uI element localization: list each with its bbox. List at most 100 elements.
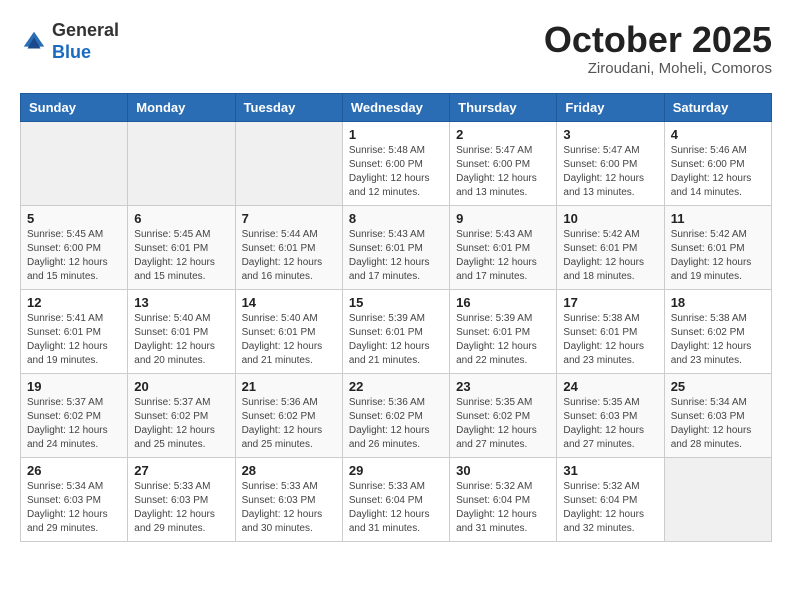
week-row-3: 12 Sunrise: 5:41 AM Sunset: 6:01 PM Dayli… xyxy=(21,289,772,373)
day-number: 5 xyxy=(27,211,121,226)
day-number: 26 xyxy=(27,463,121,478)
calendar-cell: 24 Sunrise: 5:35 AM Sunset: 6:03 PM Dayli… xyxy=(557,373,664,457)
calendar-cell: 19 Sunrise: 5:37 AM Sunset: 6:02 PM Dayli… xyxy=(21,373,128,457)
day-info: Sunrise: 5:40 AM Sunset: 6:01 PM Dayligh… xyxy=(242,312,336,368)
day-info: Sunrise: 5:32 AM Sunset: 6:04 PM Dayligh… xyxy=(456,480,550,536)
calendar-cell: 25 Sunrise: 5:34 AM Sunset: 6:03 PM Dayli… xyxy=(664,373,771,457)
day-number: 30 xyxy=(456,463,550,478)
day-number: 18 xyxy=(671,295,765,310)
weekday-header-saturday: Saturday xyxy=(664,93,771,121)
day-number: 28 xyxy=(242,463,336,478)
day-info: Sunrise: 5:33 AM Sunset: 6:03 PM Dayligh… xyxy=(242,480,336,536)
day-info: Sunrise: 5:36 AM Sunset: 6:02 PM Dayligh… xyxy=(242,396,336,452)
calendar-cell: 13 Sunrise: 5:40 AM Sunset: 6:01 PM Dayli… xyxy=(128,289,235,373)
calendar-cell xyxy=(21,121,128,205)
calendar-cell: 7 Sunrise: 5:44 AM Sunset: 6:01 PM Daylig… xyxy=(235,205,342,289)
weekday-header-thursday: Thursday xyxy=(450,93,557,121)
day-info: Sunrise: 5:45 AM Sunset: 6:01 PM Dayligh… xyxy=(134,228,228,284)
month-title: October 2025 xyxy=(544,20,772,60)
day-number: 24 xyxy=(563,379,657,394)
location-subtitle: Ziroudani, Moheli, Comoros xyxy=(544,60,772,77)
day-number: 17 xyxy=(563,295,657,310)
calendar-cell: 8Sunrise: 5:43 AM Sunset: 6:01 PM Daylig… xyxy=(342,205,449,289)
day-number: 1 xyxy=(349,127,443,142)
day-number: 12 xyxy=(27,295,121,310)
day-info: Sunrise: 5:38 AM Sunset: 6:02 PM Dayligh… xyxy=(671,312,765,368)
day-number: 22 xyxy=(349,379,443,394)
day-info: Sunrise: 5:41 AM Sunset: 6:01 PM Dayligh… xyxy=(27,312,121,368)
week-row-5: 26 Sunrise: 5:34 AM Sunset: 6:03 PM Dayli… xyxy=(21,457,772,541)
day-info: Sunrise: 5:35 AM Sunset: 6:02 PM Dayligh… xyxy=(456,396,550,452)
calendar-cell: 23 Sunrise: 5:35 AM Sunset: 6:02 PM Dayli… xyxy=(450,373,557,457)
day-info: Sunrise: 5:32 AM Sunset: 6:04 PM Dayligh… xyxy=(563,480,657,536)
calendar: SundayMondayTuesdayWednesdayThursdayFrid… xyxy=(20,93,772,542)
day-number: 2 xyxy=(456,127,550,142)
logo-blue: Blue xyxy=(52,42,119,64)
day-info: Sunrise: 5:33 AM Sunset: 6:04 PM Dayligh… xyxy=(349,480,443,536)
day-info: Sunrise: 5:39 AM Sunset: 6:01 PM Dayligh… xyxy=(349,312,443,368)
calendar-cell: 16 Sunrise: 5:39 AM Sunset: 6:01 PM Dayli… xyxy=(450,289,557,373)
weekday-header-sunday: Sunday xyxy=(21,93,128,121)
calendar-cell xyxy=(664,457,771,541)
header: General Blue October 2025 Ziroudani, Moh… xyxy=(20,20,772,77)
day-info: Sunrise: 5:35 AM Sunset: 6:03 PM Dayligh… xyxy=(563,396,657,452)
day-number: 11 xyxy=(671,211,765,226)
calendar-cell: 30 Sunrise: 5:32 AM Sunset: 6:04 PM Dayli… xyxy=(450,457,557,541)
calendar-cell: 12 Sunrise: 5:41 AM Sunset: 6:01 PM Dayli… xyxy=(21,289,128,373)
calendar-cell: 5 Sunrise: 5:45 AM Sunset: 6:00 PM Daylig… xyxy=(21,205,128,289)
day-info: Sunrise: 5:42 AM Sunset: 6:01 PM Dayligh… xyxy=(563,228,657,284)
calendar-cell: 14 Sunrise: 5:40 AM Sunset: 6:01 PM Dayli… xyxy=(235,289,342,373)
day-number: 19 xyxy=(27,379,121,394)
day-info: Sunrise: 5:43 AM Sunset: 6:01 PM Dayligh… xyxy=(349,228,443,284)
day-number: 25 xyxy=(671,379,765,394)
day-number: 15 xyxy=(349,295,443,310)
day-info: Sunrise: 5:48 AM Sunset: 6:00 PM Dayligh… xyxy=(349,144,443,200)
calendar-cell: 20 Sunrise: 5:37 AM Sunset: 6:02 PM Dayli… xyxy=(128,373,235,457)
day-info: Sunrise: 5:47 AM Sunset: 6:00 PM Dayligh… xyxy=(563,144,657,200)
day-number: 10 xyxy=(563,211,657,226)
day-number: 23 xyxy=(456,379,550,394)
day-info: Sunrise: 5:37 AM Sunset: 6:02 PM Dayligh… xyxy=(27,396,121,452)
day-number: 27 xyxy=(134,463,228,478)
day-number: 16 xyxy=(456,295,550,310)
weekday-header-row: SundayMondayTuesdayWednesdayThursdayFrid… xyxy=(21,93,772,121)
calendar-cell: 2Sunrise: 5:47 AM Sunset: 6:00 PM Daylig… xyxy=(450,121,557,205)
day-number: 7 xyxy=(242,211,336,226)
day-number: 20 xyxy=(134,379,228,394)
day-number: 4 xyxy=(671,127,765,142)
calendar-cell: 6Sunrise: 5:45 AM Sunset: 6:01 PM Daylig… xyxy=(128,205,235,289)
calendar-cell xyxy=(235,121,342,205)
day-info: Sunrise: 5:42 AM Sunset: 6:01 PM Dayligh… xyxy=(671,228,765,284)
calendar-cell: 10 Sunrise: 5:42 AM Sunset: 6:01 PM Dayli… xyxy=(557,205,664,289)
day-info: Sunrise: 5:34 AM Sunset: 6:03 PM Dayligh… xyxy=(671,396,765,452)
day-number: 21 xyxy=(242,379,336,394)
calendar-cell: 31 Sunrise: 5:32 AM Sunset: 6:04 PM Dayli… xyxy=(557,457,664,541)
day-number: 13 xyxy=(134,295,228,310)
day-number: 29 xyxy=(349,463,443,478)
logo-text: General Blue xyxy=(52,20,119,63)
day-info: Sunrise: 5:37 AM Sunset: 6:02 PM Dayligh… xyxy=(134,396,228,452)
weekday-header-wednesday: Wednesday xyxy=(342,93,449,121)
calendar-cell: 4 Sunrise: 5:46 AM Sunset: 6:00 PM Daylig… xyxy=(664,121,771,205)
calendar-cell: 9Sunrise: 5:43 AM Sunset: 6:01 PM Daylig… xyxy=(450,205,557,289)
logo-icon xyxy=(20,28,48,56)
logo: General Blue xyxy=(20,20,119,63)
calendar-cell: 18 Sunrise: 5:38 AM Sunset: 6:02 PM Dayli… xyxy=(664,289,771,373)
day-info: Sunrise: 5:40 AM Sunset: 6:01 PM Dayligh… xyxy=(134,312,228,368)
calendar-cell: 27Sunrise: 5:33 AM Sunset: 6:03 PM Dayli… xyxy=(128,457,235,541)
weekday-header-tuesday: Tuesday xyxy=(235,93,342,121)
day-info: Sunrise: 5:38 AM Sunset: 6:01 PM Dayligh… xyxy=(563,312,657,368)
calendar-cell xyxy=(128,121,235,205)
day-info: Sunrise: 5:43 AM Sunset: 6:01 PM Dayligh… xyxy=(456,228,550,284)
day-info: Sunrise: 5:45 AM Sunset: 6:00 PM Dayligh… xyxy=(27,228,121,284)
day-info: Sunrise: 5:36 AM Sunset: 6:02 PM Dayligh… xyxy=(349,396,443,452)
day-info: Sunrise: 5:46 AM Sunset: 6:00 PM Dayligh… xyxy=(671,144,765,200)
day-info: Sunrise: 5:34 AM Sunset: 6:03 PM Dayligh… xyxy=(27,480,121,536)
day-number: 14 xyxy=(242,295,336,310)
week-row-2: 5 Sunrise: 5:45 AM Sunset: 6:00 PM Daylig… xyxy=(21,205,772,289)
day-info: Sunrise: 5:39 AM Sunset: 6:01 PM Dayligh… xyxy=(456,312,550,368)
week-row-4: 19 Sunrise: 5:37 AM Sunset: 6:02 PM Dayli… xyxy=(21,373,772,457)
day-info: Sunrise: 5:44 AM Sunset: 6:01 PM Dayligh… xyxy=(242,228,336,284)
calendar-cell: 15 Sunrise: 5:39 AM Sunset: 6:01 PM Dayli… xyxy=(342,289,449,373)
day-number: 31 xyxy=(563,463,657,478)
